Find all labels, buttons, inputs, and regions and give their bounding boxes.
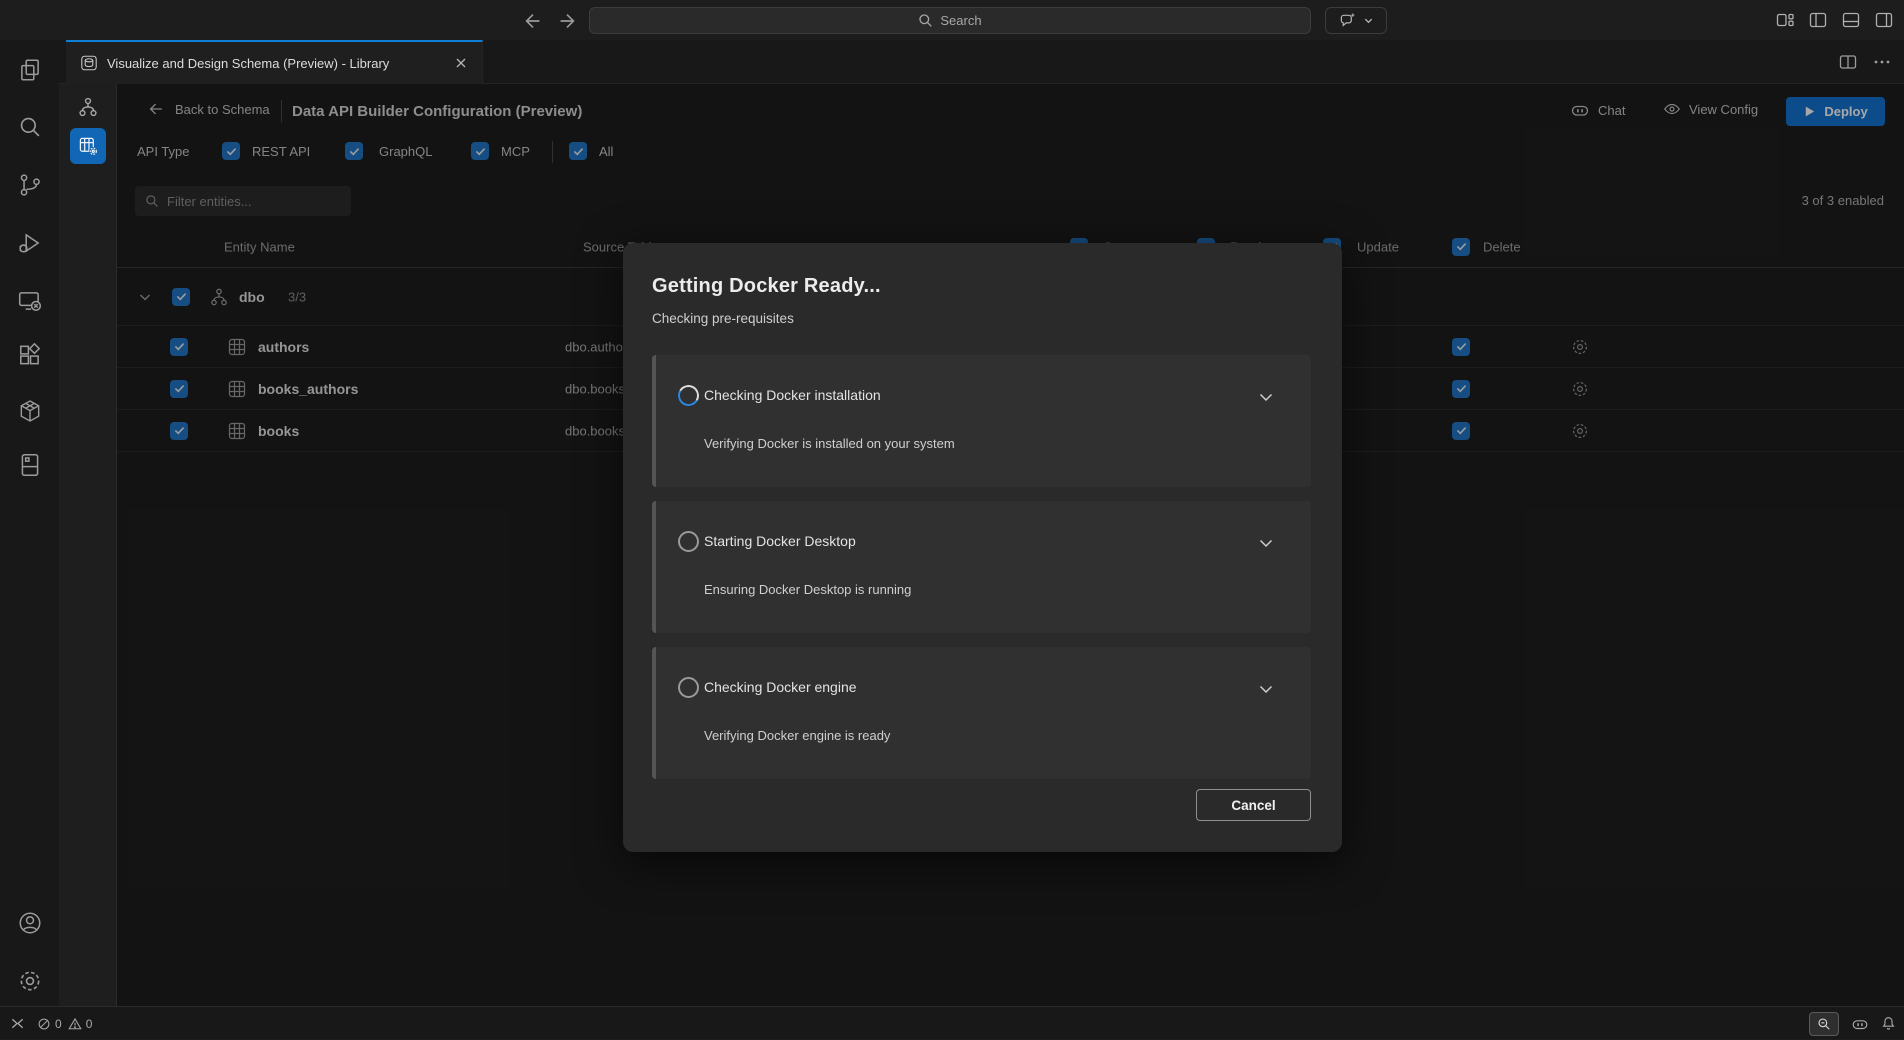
database-panel-icon[interactable] [17,452,43,478]
error-count: 0 [55,1017,62,1031]
tab-close-icon[interactable] [452,54,470,72]
remote-explorer-icon[interactable] [17,288,43,314]
step-description: Verifying Docker engine is ready [704,728,890,743]
notifications-bell-icon[interactable] [1881,1016,1896,1031]
copilot-chat-icon [1339,12,1356,29]
step-accent-bar [652,647,656,779]
extensions-icon[interactable] [17,342,43,368]
tab-visualize-design-schema[interactable]: Visualize and Design Schema (Preview) - … [66,40,483,84]
step-accent-bar [652,355,656,487]
explorer-icon[interactable] [17,57,43,83]
dialog-subtitle: Checking pre-requisites [652,309,1311,329]
chevron-down-icon[interactable] [1257,680,1275,698]
run-debug-icon[interactable] [17,230,43,256]
spinner-active-icon [676,383,702,409]
copilot-menu[interactable] [1325,7,1387,34]
account-icon[interactable] [17,910,43,936]
toggle-sidebar-right-icon[interactable] [1874,10,1894,30]
chevron-down-icon[interactable] [1257,388,1275,406]
tab-title: Visualize and Design Schema (Preview) - … [107,56,389,71]
nav-back-icon[interactable] [522,10,544,32]
chevron-down-icon[interactable] [1257,534,1275,552]
nav-forward-icon[interactable] [556,10,578,32]
activity-bar [0,40,59,1006]
search-label: Search [940,13,981,28]
search-view-icon[interactable] [17,114,43,140]
source-control-icon[interactable] [17,172,43,198]
chevron-down-icon [1363,15,1374,26]
spinner-pending-icon [678,531,699,552]
step-docker-installation[interactable]: Checking Docker installation Verifying D… [652,355,1311,487]
copilot-status-icon[interactable] [1851,1015,1869,1033]
docker-ready-dialog: Getting Docker Ready... Checking pre-req… [623,243,1342,852]
step-accent-bar [652,501,656,633]
toggle-panel-bottom-icon[interactable] [1841,10,1861,30]
step-title: Starting Docker Desktop [704,533,856,549]
customize-layout-icon[interactable] [1775,10,1795,30]
step-docker-desktop[interactable]: Starting Docker Desktop Ensuring Docker … [652,501,1311,633]
warning-count: 0 [86,1017,93,1031]
view-switcher-strip [59,84,117,1006]
step-description: Ensuring Docker Desktop is running [704,582,911,597]
schema-diagram-view-icon[interactable] [77,96,99,118]
container-icon[interactable] [17,398,43,424]
split-editor-icon[interactable] [1838,52,1858,72]
command-center-search[interactable]: Search [589,7,1311,34]
dab-config-view-icon-active[interactable] [70,128,106,164]
remote-indicator[interactable] [10,1016,25,1031]
settings-gear-icon[interactable] [17,968,43,994]
title-bar: Search [0,0,1904,40]
toggle-sidebar-left-icon[interactable] [1808,10,1828,30]
editor-tab-bar: Visualize and Design Schema (Preview) - … [59,40,1904,84]
schema-designer-tab-icon [80,54,98,72]
cancel-button[interactable]: Cancel [1196,789,1311,821]
step-docker-engine[interactable]: Checking Docker engine Verifying Docker … [652,647,1311,779]
search-icon [918,13,933,28]
step-title: Checking Docker engine [704,679,857,695]
problems-errors[interactable]: 0 [37,1017,62,1031]
zoom-indicator[interactable] [1809,1012,1839,1036]
step-description: Verifying Docker is installed on your sy… [704,436,955,451]
spinner-pending-icon [678,677,699,698]
more-actions-icon[interactable] [1872,52,1892,72]
status-bar: 0 0 [0,1006,1904,1039]
dialog-title: Getting Docker Ready... [652,271,1311,301]
problems-warnings[interactable]: 0 [68,1017,93,1031]
step-title: Checking Docker installation [704,387,881,403]
